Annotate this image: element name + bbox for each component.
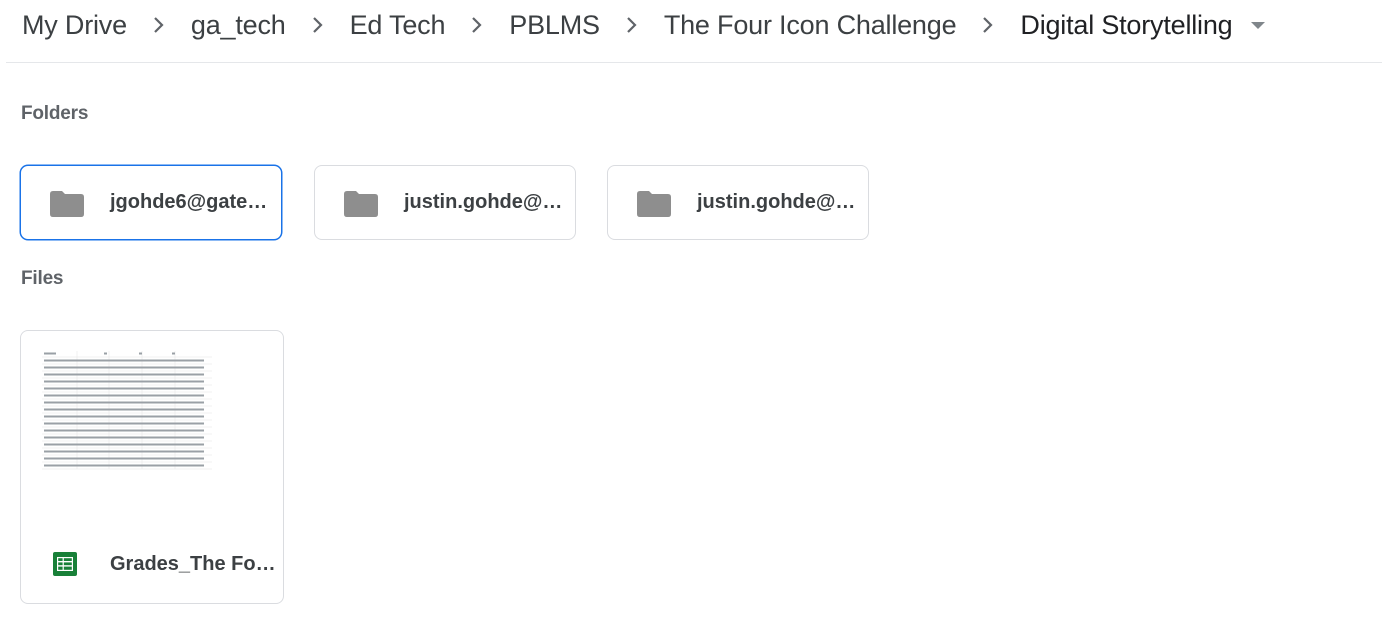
folder-icon (637, 191, 671, 217)
chevron-right-icon (956, 16, 1020, 34)
folder-card[interactable]: jgohde6@gate… (20, 165, 282, 240)
breadcrumb-item-ga-tech[interactable]: ga_tech (191, 10, 286, 41)
breadcrumb-item-ed-tech[interactable]: Ed Tech (350, 10, 446, 41)
folders-section-label: Folders (21, 103, 89, 124)
breadcrumb-item-four-icon-challenge[interactable]: The Four Icon Challenge (664, 10, 957, 41)
chevron-right-icon (445, 16, 509, 34)
breadcrumb-item-pblms[interactable]: PBLMS (509, 10, 600, 41)
header-divider (6, 62, 1382, 63)
chevron-right-icon (600, 16, 664, 34)
spreadsheet-thumbnail (42, 351, 212, 476)
chevron-right-icon (286, 16, 350, 34)
folder-name: jgohde6@gate… (110, 191, 268, 213)
folder-name: justin.gohde@… (697, 191, 856, 213)
folder-icon (344, 191, 378, 217)
folder-card[interactable]: justin.gohde@… (314, 165, 576, 240)
breadcrumb-item-current[interactable]: Digital Storytelling (1020, 10, 1232, 41)
folder-icon (50, 191, 84, 217)
folder-name: justin.gohde@… (404, 191, 563, 213)
file-name: Grades_The Fo… (110, 553, 276, 575)
files-section-label: Files (21, 268, 64, 289)
folder-card[interactable]: justin.gohde@… (607, 165, 869, 240)
google-sheets-icon (53, 552, 77, 576)
breadcrumb-item-my-drive[interactable]: My Drive (22, 10, 127, 41)
chevron-right-icon (127, 16, 191, 34)
file-card[interactable]: Grades_The Fo… (20, 330, 284, 604)
caret-down-icon[interactable] (1248, 15, 1268, 35)
breadcrumb: My Drive ga_tech Ed Tech PBLMS The Four … (0, 0, 1382, 50)
